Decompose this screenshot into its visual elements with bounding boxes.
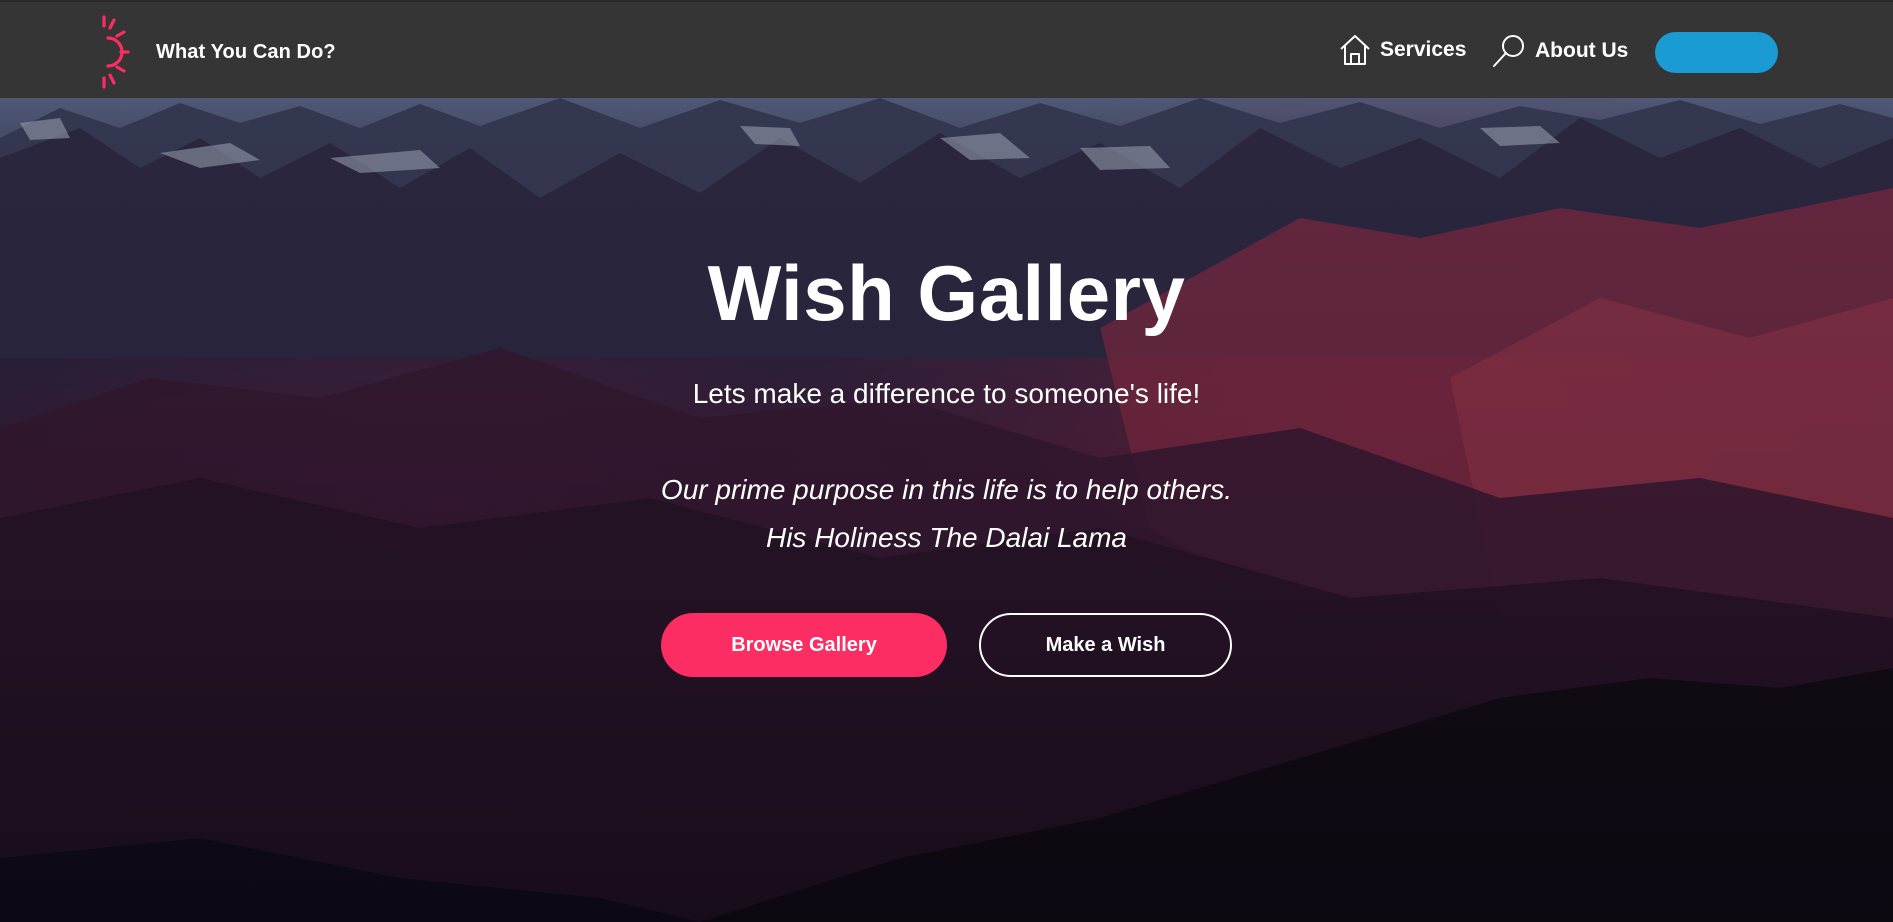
navbar: What You Can Do? Services About Us xyxy=(0,0,1893,98)
nav-link-services[interactable]: Services xyxy=(1338,33,1466,67)
sun-logo-icon xyxy=(102,15,130,89)
nav-link-about-us[interactable]: About Us xyxy=(1491,33,1628,69)
search-icon xyxy=(1493,35,1524,67)
hero-title: Wish Gallery xyxy=(707,249,1186,337)
hero-overlay xyxy=(0,98,1893,922)
make-a-wish-button[interactable]: Make a Wish xyxy=(979,613,1232,677)
brand-name: What You Can Do? xyxy=(156,40,336,63)
nav-link-services-label: Services xyxy=(1380,38,1467,61)
brand-link[interactable]: What You Can Do? xyxy=(98,14,336,90)
hero-subtitle: Lets make a difference to someone's life… xyxy=(692,378,1201,409)
browse-gallery-button[interactable]: Browse Gallery xyxy=(661,613,947,677)
hero-section: Wish Gallery Lets make a difference to s… xyxy=(0,98,1893,922)
home-icon xyxy=(1340,35,1370,65)
hero-quote-author: His Holiness The Dalai Lama xyxy=(765,522,1128,553)
hero-quote: Our prime purpose in this life is to hel… xyxy=(660,474,1233,505)
nav-cta-button[interactable] xyxy=(1655,32,1778,73)
page: What You Can Do? Services About Us Wish … xyxy=(0,0,1893,922)
nav-link-about-us-label: About Us xyxy=(1535,39,1629,62)
